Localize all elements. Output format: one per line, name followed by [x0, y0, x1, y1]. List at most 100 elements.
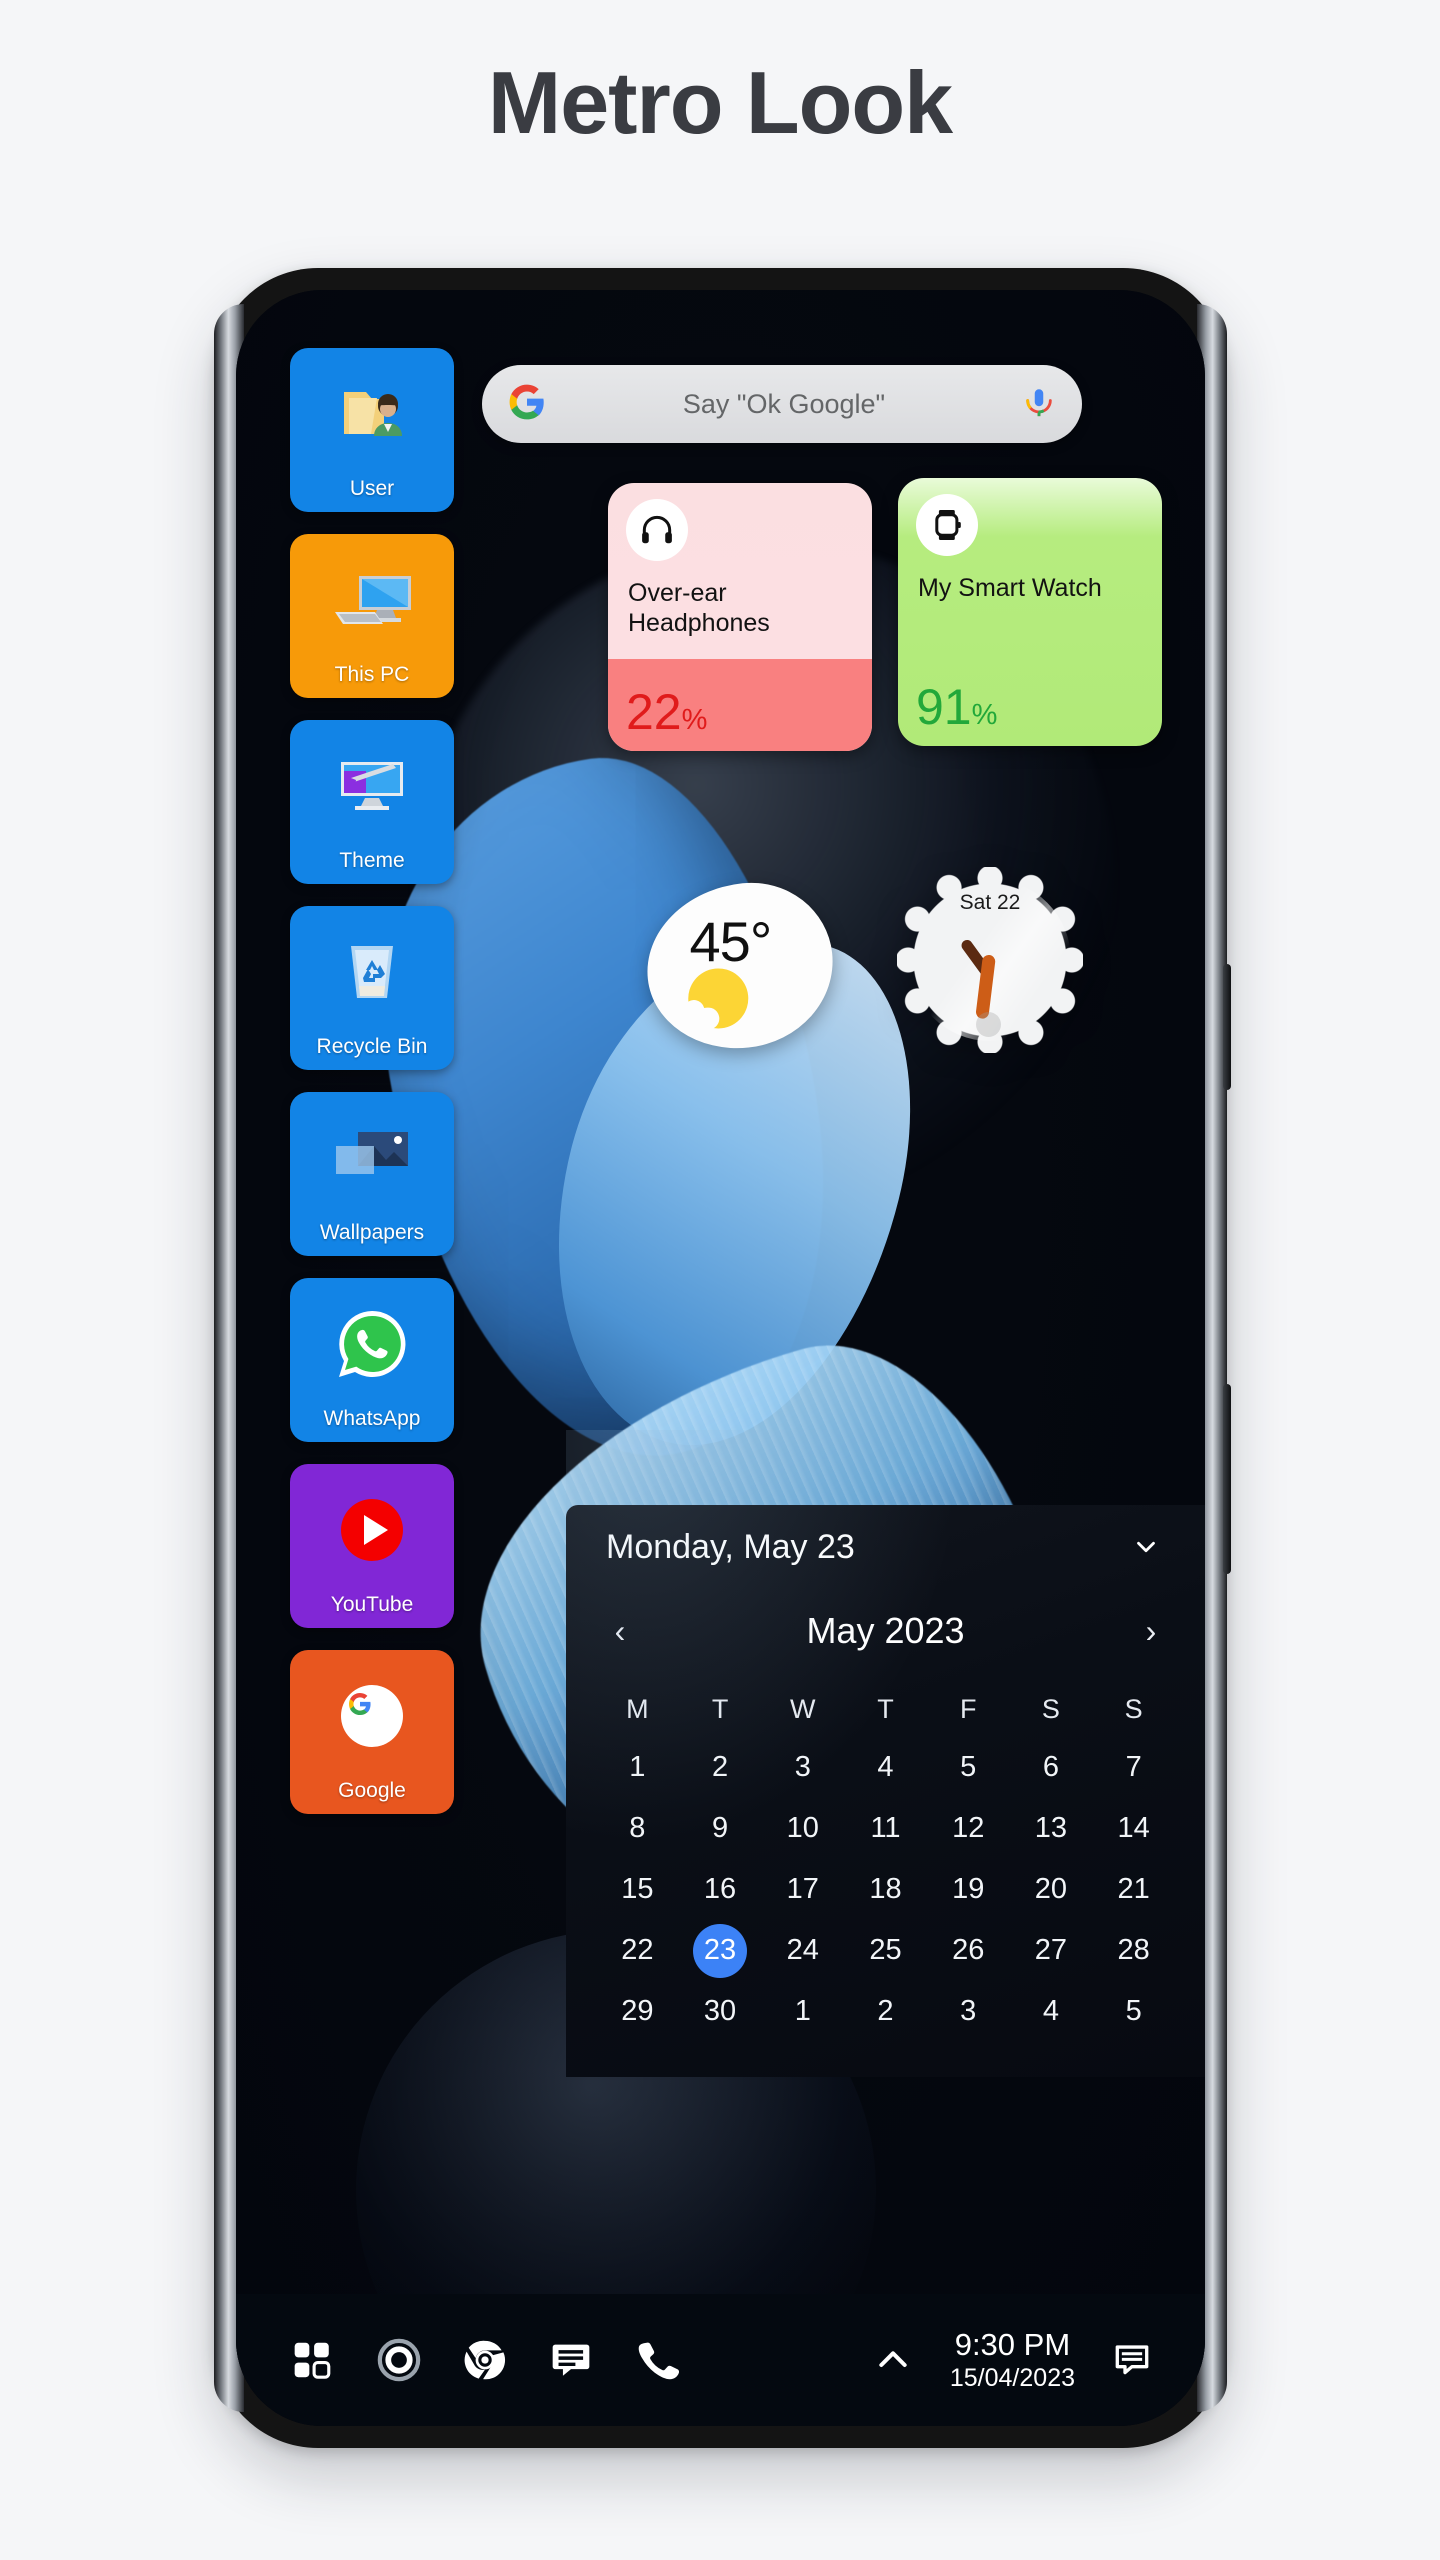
battery-device-name: My Smart Watch [918, 574, 1102, 602]
calendar-day-cell[interactable]: 30 [679, 1981, 762, 2042]
calendar-day-cell[interactable]: 11 [844, 1798, 927, 1859]
calendar-day-cell[interactable]: 5 [1092, 1981, 1175, 2042]
calendar-day-number: 5 [960, 1751, 977, 1783]
calendar-day-number: 7 [1125, 1751, 1142, 1783]
calendar-day-cell[interactable]: 27 [1010, 1920, 1093, 1981]
tile-theme[interactable]: Theme [290, 720, 454, 884]
calendar-next-month-button[interactable]: › [1131, 1613, 1171, 1650]
calendar-day-cell[interactable]: 25 [844, 1920, 927, 1981]
tile-user[interactable]: User [290, 348, 454, 512]
tile-label: YouTube [330, 1593, 414, 1616]
calendar-day-number: 28 [1117, 1934, 1150, 1966]
clock-widget[interactable]: Sat 22 [897, 867, 1083, 1053]
notification-chat-icon[interactable] [1089, 2317, 1175, 2403]
calendar-day-cell[interactable]: 17 [761, 1859, 844, 1920]
calendar-weekday-header: T [877, 1693, 894, 1724]
calendar-day-number: 4 [877, 1751, 894, 1783]
battery-device-name: Over-ear Headphones [628, 579, 770, 637]
taskbar-time: 9:30 PM [954, 2326, 1071, 2362]
calendar-day-number: 29 [621, 1995, 654, 2027]
calendar-day-cell[interactable]: 9 [679, 1798, 762, 1859]
calendar-day-cell[interactable]: 18 [844, 1859, 927, 1920]
power-button[interactable] [1223, 964, 1231, 1090]
calendar-day-cell[interactable]: 12 [927, 1798, 1010, 1859]
chevron-up-icon[interactable] [850, 2317, 936, 2403]
calendar-weekday-header: T [711, 1693, 729, 1724]
battery-widget-smartwatch[interactable]: My Smart Watch 91% [898, 478, 1162, 746]
calendar-day-cell[interactable]: 29 [596, 1981, 679, 2042]
calendar-day-cell[interactable]: 14 [1092, 1798, 1175, 1859]
battery-percent: 22% [626, 687, 707, 737]
calendar-day-cell[interactable]: 16 [679, 1859, 762, 1920]
chrome-icon[interactable] [442, 2317, 528, 2403]
battery-percent: 91% [916, 682, 997, 732]
tile-recycle-bin[interactable]: Recycle Bin [290, 906, 454, 1070]
recycle-bin-icon [290, 926, 454, 1018]
taskbar-app-icons [236, 2317, 850, 2403]
calendar-month-nav: ‹ May 2023 › [566, 1589, 1205, 1673]
battery-widget-headphones[interactable]: Over-ear Headphones 22% [608, 483, 872, 751]
calendar-day-cell[interactable]: 5 [927, 1737, 1010, 1798]
calendar-day-cell[interactable]: 8 [596, 1798, 679, 1859]
calendar-day-cell[interactable]: 1 [596, 1737, 679, 1798]
taskbar-clock[interactable]: 9:30 PM 15/04/2023 [940, 2327, 1085, 2393]
calendar-day-cell[interactable]: 20 [1010, 1859, 1093, 1920]
tile-wallpapers[interactable]: Wallpapers [290, 1092, 454, 1256]
calendar-day-number: 24 [786, 1934, 819, 1966]
tile-youtube[interactable]: YouTube [290, 1464, 454, 1628]
calendar-day-cell[interactable]: 21 [1092, 1859, 1175, 1920]
calendar-weekday-header: S [1124, 1693, 1143, 1724]
calendar-day-number: 2 [877, 1995, 894, 2027]
start-tiles-icon[interactable] [270, 2317, 356, 2403]
calendar-day-cell-selected[interactable]: 23 [679, 1920, 762, 1981]
calendar-day-cell[interactable]: 1 [761, 1981, 844, 2042]
calendar-day-cell[interactable]: 28 [1092, 1920, 1175, 1981]
taskbar: 9:30 PM 15/04/2023 [236, 2294, 1205, 2426]
messages-icon[interactable] [528, 2317, 614, 2403]
page-title: Metro Look [487, 53, 953, 152]
percent-symbol: % [681, 704, 708, 736]
google-search-bar[interactable]: Say "Ok Google" [482, 365, 1082, 443]
tile-label: User [349, 477, 395, 500]
tile-this-pc[interactable]: This PC [290, 534, 454, 698]
calendar-day-cell[interactable]: 22 [596, 1920, 679, 1981]
calendar-day-cell[interactable]: 3 [761, 1737, 844, 1798]
calendar-day-cell[interactable]: 3 [927, 1981, 1010, 2042]
calendar-day-number: 13 [1034, 1812, 1068, 1844]
calendar-day-cell[interactable]: 7 [1092, 1737, 1175, 1798]
calendar-day-number: 20 [1034, 1873, 1068, 1905]
calendar-day-number: 12 [952, 1812, 985, 1844]
calendar-prev-month-button[interactable]: ‹ [600, 1613, 640, 1650]
calendar-day-number: 16 [703, 1873, 737, 1905]
volume-button[interactable] [1223, 1384, 1231, 1574]
calendar-day-cell[interactable]: 19 [927, 1859, 1010, 1920]
calendar-day-cell[interactable]: 4 [844, 1737, 927, 1798]
calendar-panel: Monday, May 23 ‹ May 2023 › MTWTFSS12345… [566, 1505, 1205, 2077]
tile-label: Wallpapers [319, 1221, 425, 1244]
headphones-icon [626, 499, 688, 561]
chevron-down-icon[interactable] [1119, 1520, 1173, 1574]
calendar-day-number: 3 [794, 1751, 811, 1783]
calendar-day-cell[interactable]: 13 [1010, 1798, 1093, 1859]
calendar-weekday-header: M [626, 1693, 649, 1724]
cortana-circle-icon[interactable] [356, 2317, 442, 2403]
calendar-day-cell[interactable]: 2 [679, 1737, 762, 1798]
calendar-day-cell[interactable]: 24 [761, 1920, 844, 1981]
calendar-day-cell[interactable]: 4 [1010, 1981, 1093, 2042]
calendar-day-cell[interactable]: 10 [761, 1798, 844, 1859]
calendar-header: Monday, May 23 [566, 1505, 1205, 1589]
calendar-day-cell[interactable]: 6 [1010, 1737, 1093, 1798]
tile-label: Google [338, 1779, 406, 1802]
calendar-day-cell[interactable]: 2 [844, 1981, 927, 2042]
tile-label: WhatsApp [323, 1407, 421, 1430]
weather-cloud-shape [676, 1006, 721, 1033]
tile-whatsapp[interactable]: WhatsApp [290, 1278, 454, 1442]
calendar-day-number: 25 [869, 1934, 902, 1966]
microphone-icon[interactable] [1022, 385, 1056, 424]
calendar-day-cell[interactable]: 26 [927, 1920, 1010, 1981]
tile-label: Recycle Bin [316, 1035, 428, 1058]
calendar-day-cell[interactable]: 15 [596, 1859, 679, 1920]
phone-icon[interactable] [614, 2317, 700, 2403]
clock-date-label: Sat 22 [959, 891, 1021, 914]
tile-google[interactable]: Google [290, 1650, 454, 1814]
